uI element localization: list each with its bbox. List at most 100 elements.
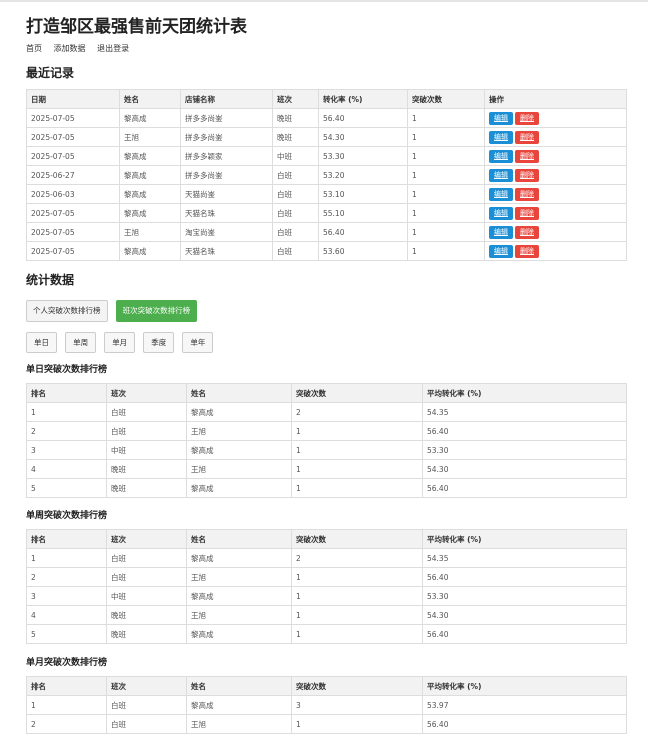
table-cell: 白班 — [272, 222, 319, 242]
actions-cell: 编辑 删除 — [484, 146, 627, 166]
table-cell: 1 — [291, 567, 423, 587]
table-cell: 56.40 — [422, 478, 627, 498]
statistics-heading: 统计数据 — [26, 273, 75, 287]
tab-personal-ranking[interactable]: 个人突破次数排行榜 — [26, 300, 108, 322]
table-cell: 1 — [407, 127, 485, 147]
weekly-ranking-table: 排名 班次 姓名 突破次数 平均转化率 (%) 1 白班 黎高成 2 54.35 2 白班 王旭 1 56… — [26, 529, 627, 644]
table-cell: 黎高成 — [186, 548, 292, 568]
nav-logout-link[interactable]: 退出登录 — [97, 44, 129, 53]
table-cell: 晚班 — [272, 127, 319, 147]
actions-cell: 编辑 删除 — [484, 222, 627, 242]
delete-button[interactable]: 删除 — [515, 168, 539, 182]
table-cell: 黎高成 — [186, 624, 292, 644]
table-cell: 3 — [26, 586, 107, 606]
table-cell: 1 — [407, 108, 485, 128]
table-cell: 1 — [291, 605, 423, 625]
nav-home-link[interactable]: 首页 — [26, 44, 42, 53]
table-cell: 56.40 — [422, 421, 627, 441]
table-cell: 黎高成 — [119, 241, 181, 261]
table-cell: 中班 — [272, 146, 319, 166]
table-cell: 1 — [291, 421, 423, 441]
table-cell: 53.10 — [318, 184, 408, 204]
weekly-ranking-heading: 单周突破次数排行榜 — [26, 511, 108, 521]
table-cell: 53.60 — [318, 241, 408, 261]
period-quarter-button[interactable]: 季度 — [143, 332, 175, 353]
column-header: 转化率 (%) — [318, 89, 408, 109]
page-title: 打造邹区最强售前天团统计表 — [26, 17, 247, 37]
table-cell: 1 — [407, 146, 485, 166]
delete-button[interactable]: 删除 — [515, 130, 539, 144]
table-cell: 拼多多尚崟 — [180, 108, 273, 128]
edit-button[interactable]: 编辑 — [489, 149, 513, 163]
table-cell: 拼多多颖家 — [180, 146, 273, 166]
column-header: 班次 — [106, 676, 187, 696]
table-cell: 天猫名珠 — [180, 241, 273, 261]
table-header-row: 日期 姓名 店铺名称 班次 转化率 (%) 突破次数 操作 — [26, 89, 627, 109]
edit-button[interactable]: 编辑 — [489, 244, 513, 258]
tab-shift-ranking[interactable]: 班次突破次数排行榜 — [115, 300, 198, 322]
delete-button[interactable]: 删除 — [515, 149, 539, 163]
table-cell: 54.35 — [422, 402, 627, 422]
table-cell: 5 — [26, 478, 107, 498]
column-header: 日期 — [26, 89, 120, 109]
actions-cell: 编辑 删除 — [484, 108, 627, 128]
delete-button[interactable]: 删除 — [515, 187, 539, 201]
actions-cell: 编辑 删除 — [484, 127, 627, 147]
table-row: 1 白班 黎高成 2 54.35 — [26, 402, 627, 422]
table-cell: 53.20 — [318, 165, 408, 185]
table-cell: 1 — [26, 695, 107, 715]
table-row: 2025-07-05 黎高成 天猫名珠 白班 53.60 1 编辑 删除 — [26, 241, 627, 261]
recent-records-heading: 最近记录 — [26, 66, 75, 80]
column-header: 操作 — [484, 89, 627, 109]
table-cell: 黎高成 — [186, 695, 292, 715]
table-cell: 黎高成 — [186, 402, 292, 422]
nav-add-data-link[interactable]: 添加数据 — [54, 44, 86, 53]
edit-button[interactable]: 编辑 — [489, 168, 513, 182]
table-cell: 54.30 — [422, 459, 627, 479]
edit-button[interactable]: 编辑 — [489, 206, 513, 220]
table-cell: 1 — [291, 586, 423, 606]
top-nav: 首页 添加数据 退出登录 — [26, 43, 138, 54]
table-cell: 56.40 — [422, 714, 627, 734]
table-row: 4 晚班 王旭 1 54.30 — [26, 459, 627, 479]
column-header: 突破次数 — [291, 676, 423, 696]
column-header: 排名 — [26, 676, 107, 696]
table-cell: 白班 — [106, 402, 187, 422]
table-cell: 中班 — [106, 440, 187, 460]
table-cell: 拼多多尚崟 — [180, 127, 273, 147]
table-cell: 黎高成 — [119, 146, 181, 166]
column-header: 突破次数 — [291, 529, 423, 549]
daily-ranking-heading: 单日突破次数排行榜 — [26, 365, 108, 375]
edit-button[interactable]: 编辑 — [489, 130, 513, 144]
table-cell: 53.30 — [318, 146, 408, 166]
table-cell: 白班 — [272, 165, 319, 185]
delete-button[interactable]: 删除 — [515, 206, 539, 220]
table-cell: 黎高成 — [119, 184, 181, 204]
delete-button[interactable]: 删除 — [515, 225, 539, 239]
table-row: 2 白班 王旭 1 56.40 — [26, 567, 627, 587]
table-cell: 2025-07-05 — [26, 241, 120, 261]
period-week-button[interactable]: 单周 — [65, 332, 97, 353]
table-cell: 晚班 — [106, 459, 187, 479]
table-row: 1 白班 黎高成 2 54.35 — [26, 548, 627, 568]
delete-button[interactable]: 删除 — [515, 111, 539, 125]
edit-button[interactable]: 编辑 — [489, 111, 513, 125]
edit-button[interactable]: 编辑 — [489, 187, 513, 201]
table-cell: 2025-06-27 — [26, 165, 120, 185]
period-month-button[interactable]: 单月 — [104, 332, 136, 353]
table-cell: 淘宝尚崟 — [180, 222, 273, 242]
table-header-row: 排名 班次 姓名 突破次数 平均转化率 (%) — [26, 529, 627, 549]
edit-button[interactable]: 编辑 — [489, 225, 513, 239]
table-cell: 1 — [291, 478, 423, 498]
table-row: 2025-06-03 黎高成 天猫尚崟 白班 53.10 1 编辑 删除 — [26, 184, 627, 204]
table-cell: 白班 — [272, 184, 319, 204]
period-year-button[interactable]: 单年 — [182, 332, 214, 353]
table-cell: 晚班 — [106, 478, 187, 498]
table-cell: 3 — [26, 440, 107, 460]
table-cell: 4 — [26, 459, 107, 479]
table-row: 2025-06-27 黎高成 拼多多尚崟 白班 53.20 1 编辑 删除 — [26, 165, 627, 185]
table-cell: 2 — [26, 714, 107, 734]
period-day-button[interactable]: 单日 — [26, 332, 57, 353]
table-cell: 晚班 — [106, 624, 187, 644]
delete-button[interactable]: 删除 — [515, 244, 539, 258]
